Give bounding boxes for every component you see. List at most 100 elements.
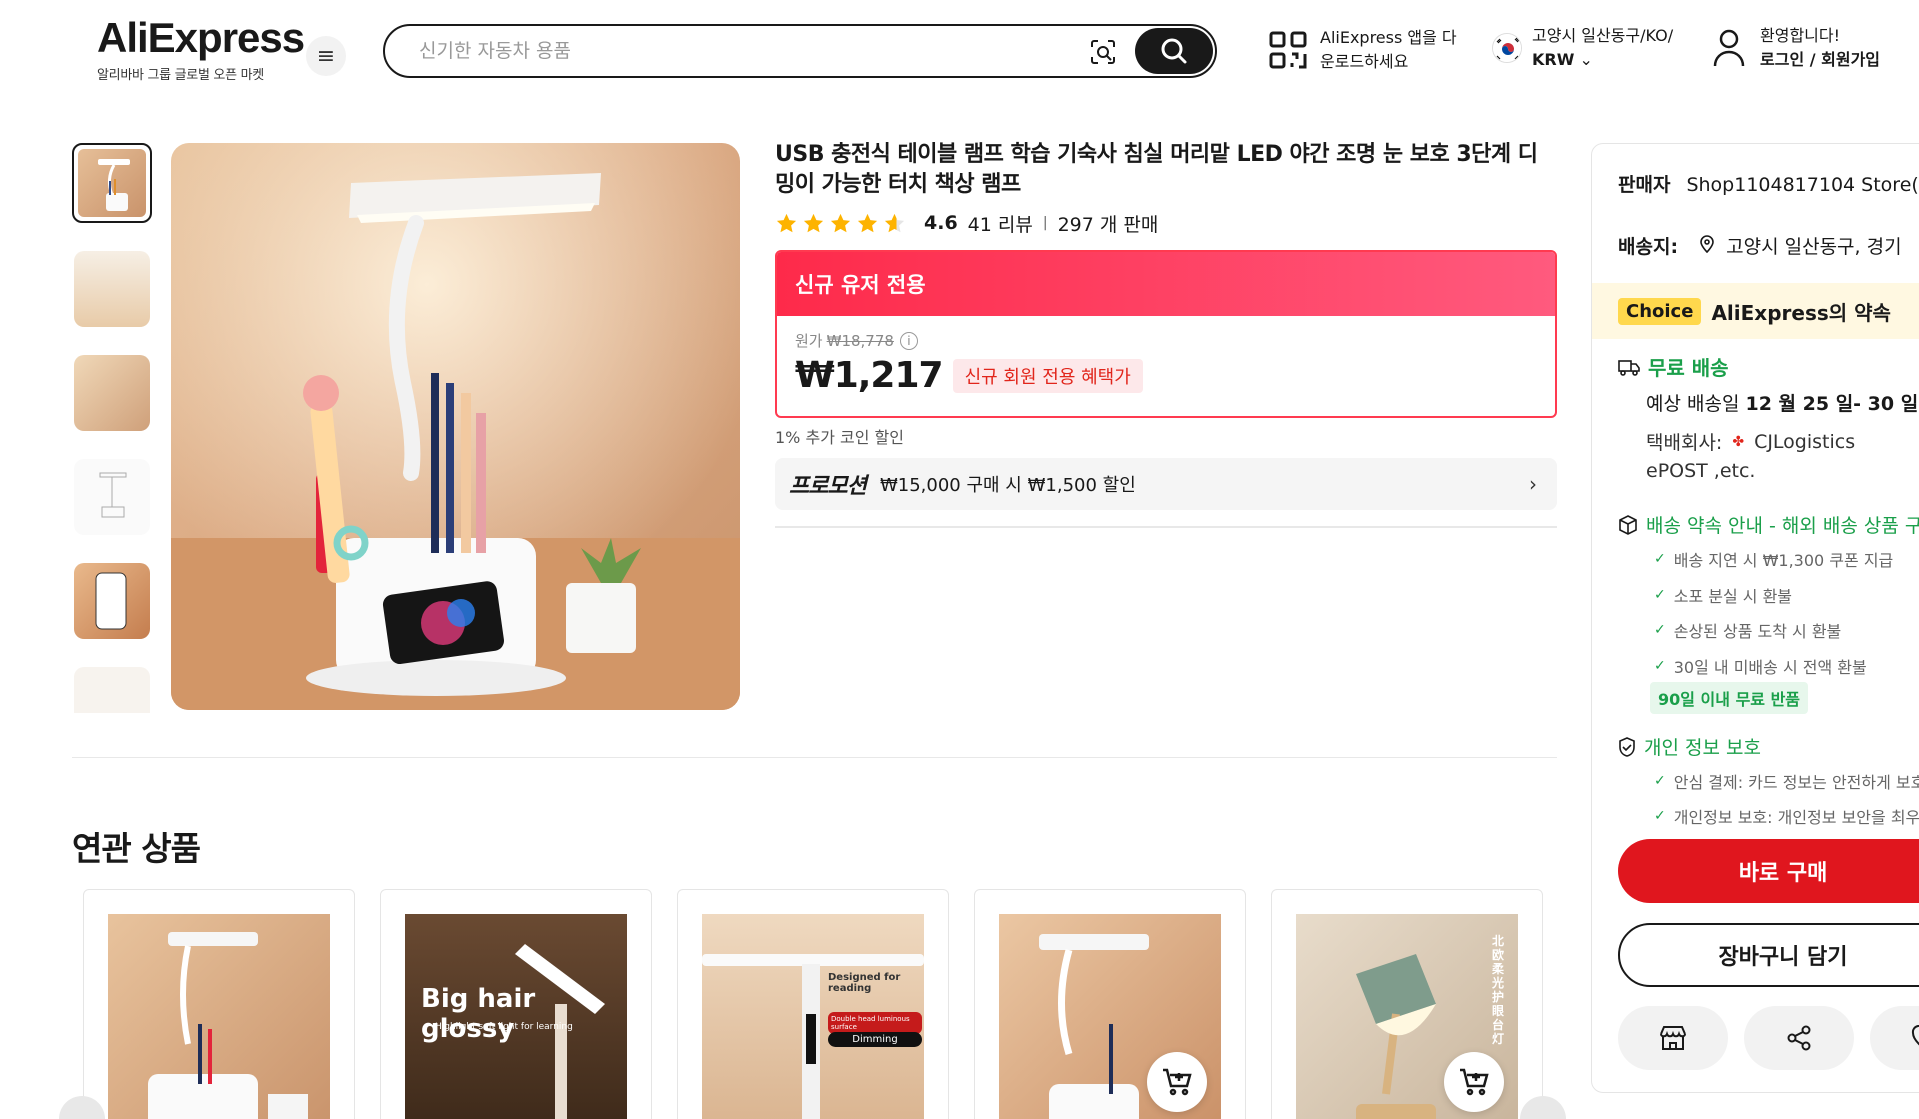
logo-subtitle: 알리바바 그룹 글로벌 오픈 마켓 (97, 68, 264, 83)
login-link[interactable]: 로그인 / 회원가입 (1760, 48, 1880, 72)
user-account[interactable]: 환영합니다! 로그인 / 회원가입 (1712, 24, 1880, 72)
deal-header: 신규 유저 전용 (777, 252, 1555, 316)
package-icon (1619, 514, 1637, 535)
thumbnail-6[interactable] (74, 667, 150, 713)
choice-banner: Choice AliExpress의 약속 (1592, 283, 1919, 339)
menu-icon[interactable]: ≡ (306, 36, 346, 76)
promotion-text: ₩15,000 구매 시 ₩1,500 할인 (879, 475, 1136, 496)
courier-value: CJLogistics (1754, 430, 1856, 453)
divider (775, 526, 1557, 528)
star-icon (803, 213, 824, 232)
chevron-right-icon: › (1529, 472, 1537, 496)
search-button[interactable] (1135, 28, 1213, 74)
card-caption: Designed for reading (828, 972, 901, 994)
thumbnail-3[interactable] (74, 355, 150, 431)
star-icon (830, 213, 851, 232)
buy-now-button[interactable]: 바로 구매 (1618, 839, 1919, 903)
star-rating (775, 212, 910, 235)
delivery-promise-head[interactable]: 배송 약속 안내 - 해외 배송 상품 구 (1618, 511, 1919, 538)
original-price: ₩18,778 (826, 331, 894, 350)
product-info: USB 충전식 테이블 램프 학습 기숙사 침실 머리맡 LED 야간 조명 눈… (775, 140, 1557, 528)
related-card-3[interactable]: Designed for reading Double head luminou… (677, 889, 949, 1119)
thumbnail-5[interactable] (74, 563, 150, 639)
add-to-cart-button[interactable]: 장바구니 담기 (1618, 923, 1919, 987)
card-subcaption: Highlight soft light for learning (435, 1022, 573, 1032)
ship-to-label: 배송지: (1618, 236, 1679, 258)
add-to-cart-icon[interactable] (1147, 1052, 1207, 1112)
seller-row[interactable]: 판매자 Shop1104817104 Store( (1618, 170, 1919, 197)
app-download[interactable]: AliExpress 앱을 다 운로드하세요 (1268, 26, 1457, 74)
locale-selector[interactable]: 고양시 일산동구/KO/ KRW ⌄ (1492, 24, 1673, 72)
rating-row[interactable]: 4.6 41 리뷰 | 297 개 판매 (775, 208, 1557, 238)
related-card-2[interactable]: Big hair glossy Highlight soft light for… (380, 889, 652, 1119)
related-title: 연관 상품 (72, 829, 201, 868)
purchase-panel: 판매자 Shop1104817104 Store( 배송지: 고양시 일산동구, … (1591, 143, 1919, 1093)
sold-count: 297 개 판매 (1057, 213, 1159, 236)
privacy-head[interactable]: 개인 정보 보호 (1618, 733, 1761, 760)
choice-text: AliExpress의 약속 (1711, 300, 1891, 325)
thumbnail-4[interactable] (74, 459, 150, 535)
courier-label: 택배회사: (1646, 432, 1723, 454)
main-product-image[interactable] (171, 143, 740, 710)
star-icon (884, 213, 905, 232)
share-button[interactable] (1744, 1006, 1854, 1070)
promotion-label: 프로모션 (789, 474, 867, 499)
qr-code-icon (1269, 31, 1307, 69)
thumbnail-list (72, 143, 152, 713)
add-to-cart-icon[interactable] (1444, 1052, 1504, 1112)
ship-to-value[interactable]: 고양시 일산동구, 경기 (1726, 236, 1901, 258)
sale-price: ₩1,217 (795, 355, 944, 396)
courier-more: ePOST ,etc. (1646, 460, 1756, 482)
app-download-line2: 운로드하세요 (1320, 52, 1409, 71)
card-subcaption: Double head luminous surface (828, 1012, 922, 1034)
privacy-item: ✓ 개인정보 보호: 개인정보 보안을 최우 (1654, 808, 1919, 827)
thumbnail-1[interactable] (72, 143, 152, 223)
promotion-row[interactable]: 프로모션 ₩15,000 구매 시 ₩1,500 할인 › (775, 458, 1557, 510)
new-user-deal: 신규 유저 전용 원가 ₩18,778 i ₩1,217 신규 회원 전용 혜택… (775, 250, 1557, 418)
welcome-text: 환영합니다! (1760, 26, 1841, 45)
eta-prefix: 예상 배송일 (1646, 393, 1746, 415)
promise-item: ✓ 소포 분실 시 환불 (1654, 587, 1793, 606)
rating-score: 4.6 (924, 212, 958, 234)
wishlist-button[interactable] (1870, 1006, 1919, 1070)
card-caption: 北欧柔光护眼台灯 (1492, 934, 1505, 1046)
star-icon (776, 213, 797, 232)
choice-badge: Choice (1618, 297, 1702, 325)
section-divider (72, 757, 1557, 758)
search-bar (383, 24, 1217, 78)
truck-icon (1618, 359, 1640, 376)
card-caption: Big hair glossy (421, 984, 536, 1044)
free-return-badge: 90일 이내 무료 반품 (1650, 682, 1809, 714)
original-price-row: 원가 ₩18,778 i (795, 330, 1537, 351)
promise-item: ✓ 30일 내 미배송 시 전액 환불 (1654, 658, 1867, 677)
user-icon (1713, 29, 1745, 67)
seller-name[interactable]: Shop1104817104 Store( (1686, 174, 1918, 196)
location-pin-icon (1700, 235, 1720, 258)
app-download-line1: AliExpress 앱을 다 (1320, 28, 1457, 47)
related-card-1[interactable] (83, 889, 355, 1119)
seller-label: 판매자 (1618, 174, 1671, 196)
review-count[interactable]: 41 리뷰 (968, 210, 1033, 237)
search-icon (1161, 38, 1187, 64)
promise-item: ✓ 배송 지연 시 ₩1,300 쿠폰 지급 (1654, 551, 1894, 570)
product-title: USB 충전식 테이블 램프 학습 기숙사 침실 머리맡 LED 야간 조명 눈… (775, 142, 1538, 197)
thumbnail-2[interactable] (74, 251, 150, 327)
store-icon (1660, 1026, 1686, 1050)
search-input[interactable] (419, 40, 1019, 62)
chevron-down-icon: ⌄ (1579, 50, 1593, 69)
aliexpress-logo[interactable]: AliExpress 알리바바 그룹 글로벌 오픈 마켓 (97, 16, 305, 84)
coin-discount: 1% 추가 코인 할인 (775, 428, 904, 447)
price-tag: 신규 회원 전용 혜택가 (952, 358, 1143, 393)
ship-to-row[interactable]: 배송지: 고양시 일산동구, 경기 (1618, 232, 1902, 259)
image-search-icon[interactable] (1089, 38, 1117, 66)
related-card-4[interactable] (974, 889, 1246, 1119)
locale-region: 고양시 일산동구/KO/ (1532, 26, 1674, 45)
shield-icon (1619, 736, 1635, 757)
store-button[interactable] (1618, 1006, 1728, 1070)
delivery-promise-text: 배송 약속 안내 - 해외 배송 상품 구 (1646, 515, 1919, 537)
currency-label: KRW (1532, 50, 1575, 69)
share-icon (1787, 1025, 1811, 1051)
card-subcaption-2: Dimming (828, 1032, 922, 1047)
info-icon[interactable]: i (899, 331, 918, 350)
related-card-5[interactable]: 北欧柔光护眼台灯 (1271, 889, 1543, 1119)
